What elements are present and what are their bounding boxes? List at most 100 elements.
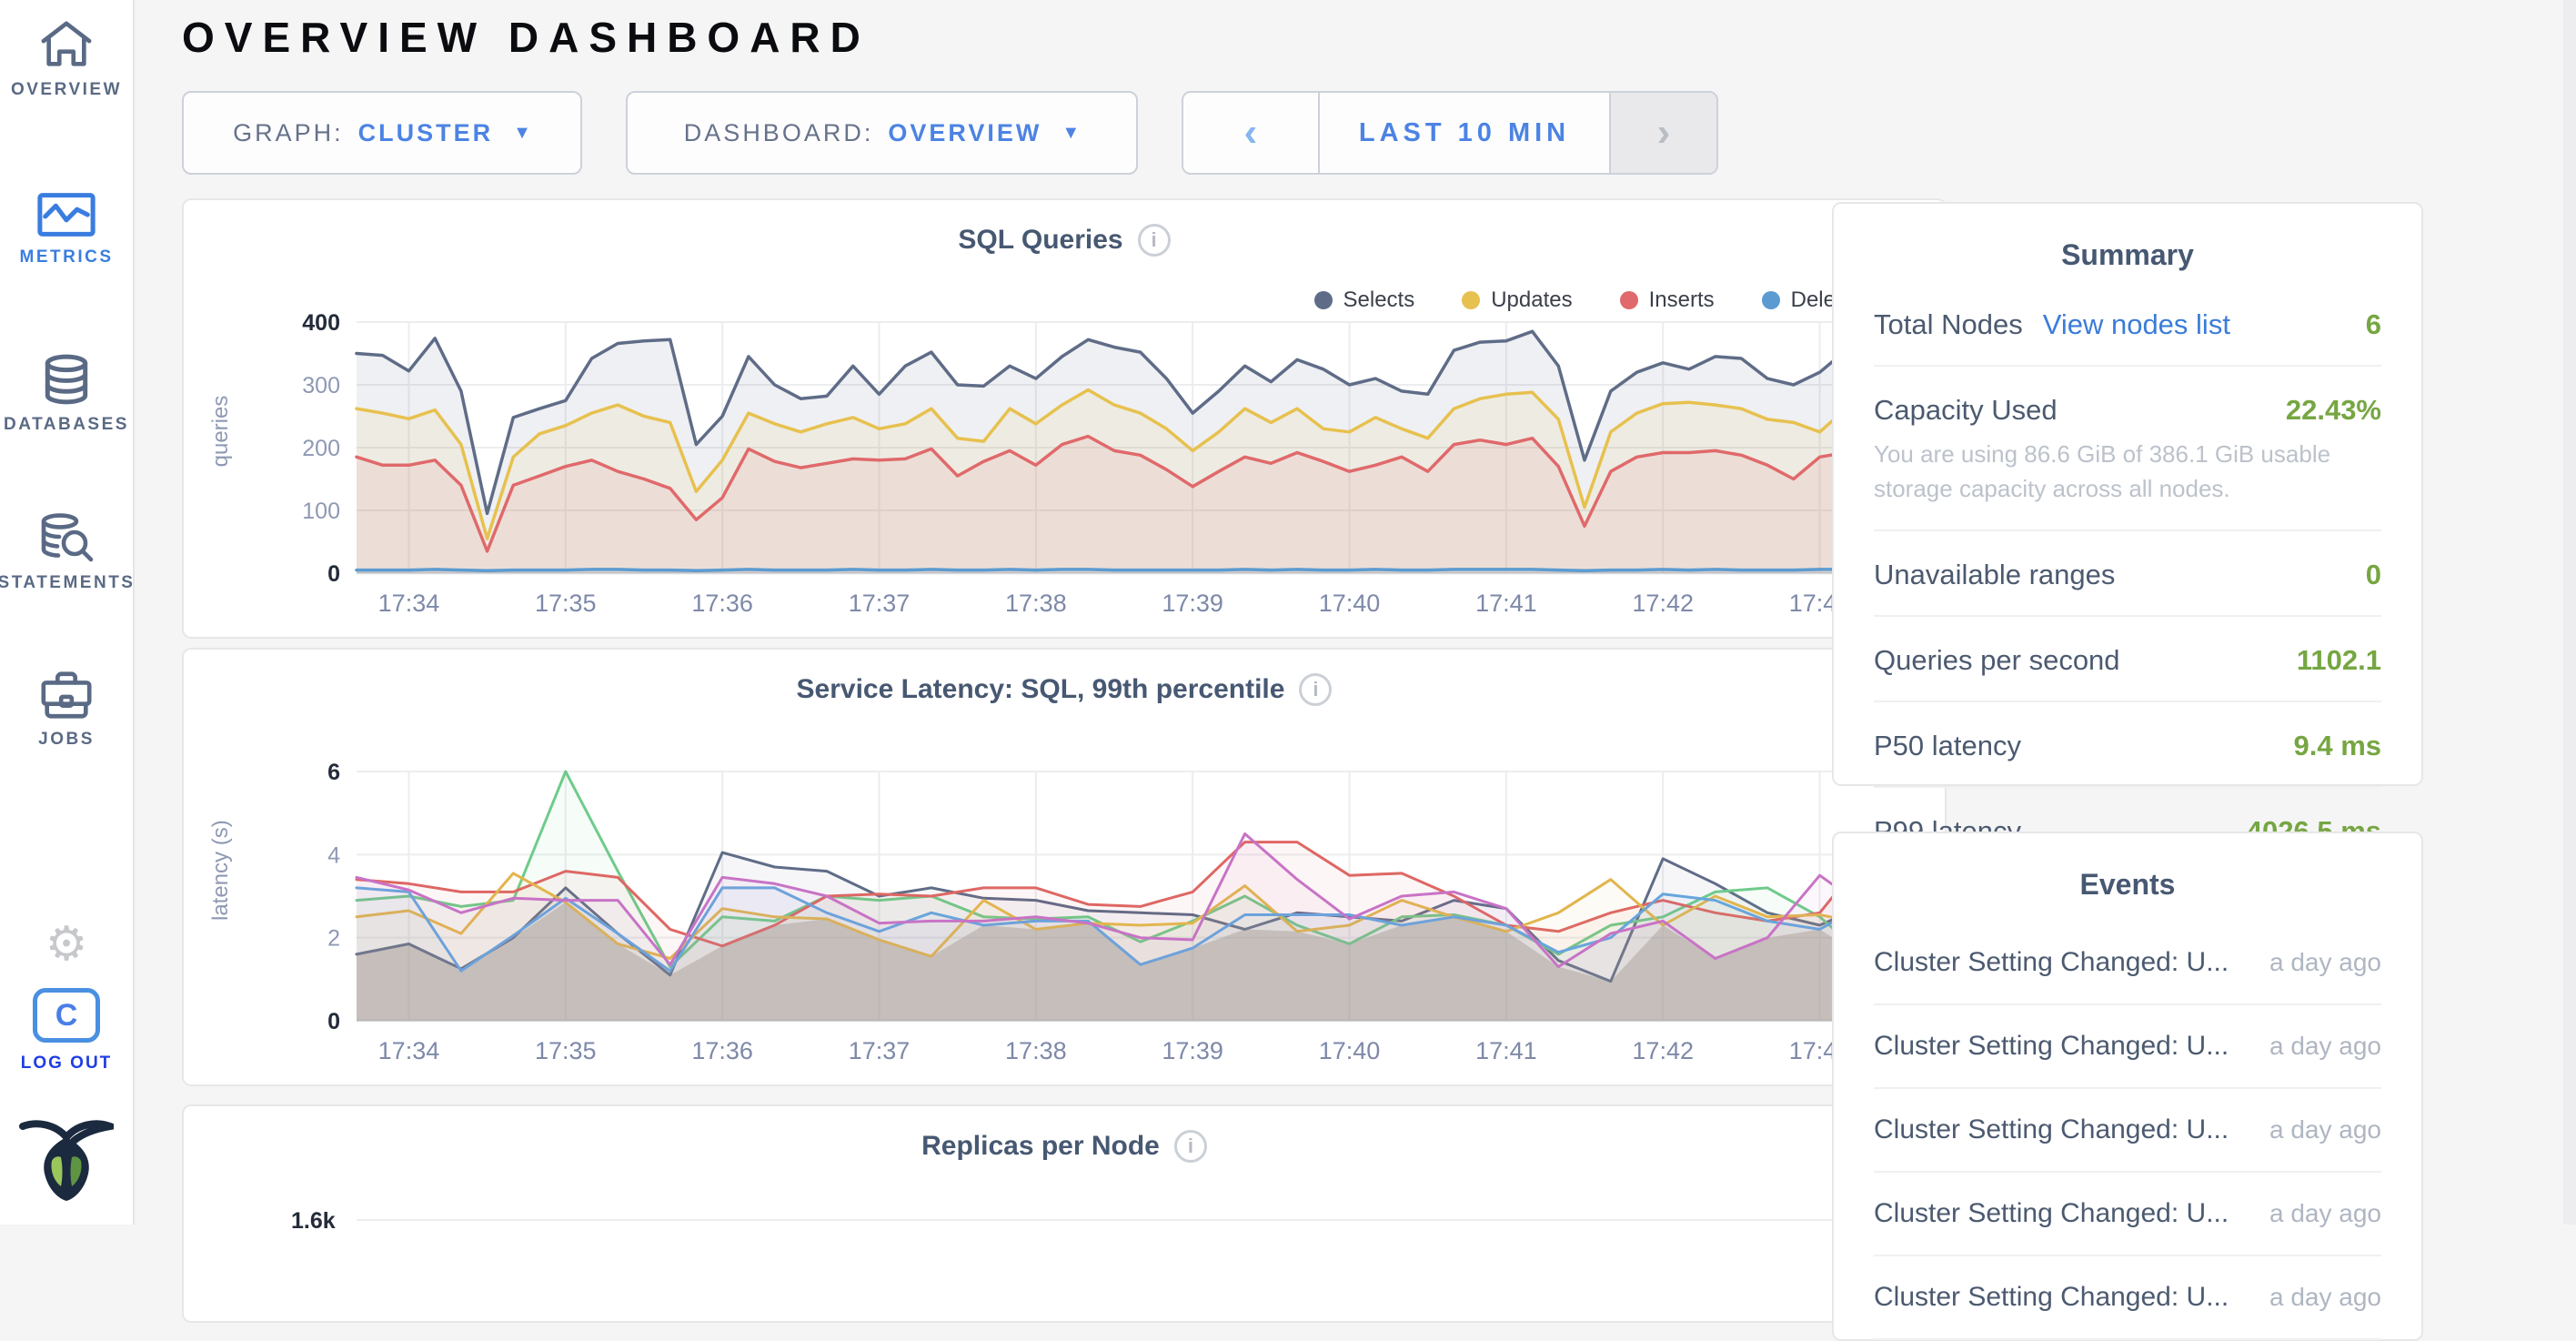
time-range-value[interactable]: LAST 10 MIN [1320, 93, 1609, 173]
sidebar-item-label: STATEMENTS [0, 573, 135, 593]
cockroach-c-icon: C [33, 988, 100, 1043]
event-title: Cluster Setting Changed: U... [1874, 1282, 2229, 1313]
sidebar-item-statements[interactable]: STATEMENTS [0, 511, 133, 593]
time-range-selector: ‹ LAST 10 MIN › [1182, 91, 1718, 175]
home-icon [38, 18, 95, 71]
graph-dropdown[interactable]: GRAPH: CLUSTER ▼ [182, 91, 582, 175]
dashboard-dropdown[interactable]: DASHBOARD: OVERVIEW ▼ [626, 91, 1138, 175]
cockroachdb-logo-icon [0, 1117, 133, 1205]
svg-text:17:41: 17:41 [1475, 1037, 1537, 1064]
svg-text:17:39: 17:39 [1162, 1037, 1223, 1064]
event-row: Cluster Setting Changed: U... a day ago [1874, 1256, 2381, 1340]
event-time: a day ago [2269, 1199, 2381, 1228]
view-nodes-list-link[interactable]: View nodes list [2043, 308, 2230, 341]
chevron-left-icon: ‹ [1244, 110, 1258, 156]
metrics-chart-icon [36, 191, 96, 238]
logout-button[interactable]: C LOG OUT [0, 988, 133, 1074]
svg-text:17:34: 17:34 [378, 1037, 440, 1064]
dashboard-dropdown-label: DASHBOARD: [684, 119, 874, 147]
svg-text:2: 2 [327, 926, 340, 952]
svg-text:200: 200 [302, 436, 340, 461]
svg-text:17:37: 17:37 [849, 1037, 911, 1064]
capacity-subtext: You are using 86.6 GiB of 386.1 GiB usab… [1874, 438, 2381, 506]
svg-text:0: 0 [327, 1009, 340, 1034]
graph-dropdown-label: GRAPH: [233, 119, 344, 147]
chart-title-row: SQL Queries i [184, 224, 1945, 257]
briefcase-icon [38, 670, 95, 721]
row-value: 6 [2366, 308, 2381, 341]
service-latency-card: Service Latency: SQL, 99th percentile i … [182, 648, 1947, 1086]
event-row: Cluster Setting Changed: U... a day ago [1874, 1089, 2381, 1173]
database-search-icon [38, 511, 95, 564]
events-title: Events [1834, 868, 2421, 902]
summary-row-qps: Queries per second 1102.1 [1874, 617, 2381, 702]
row-label: Unavailable ranges [1874, 559, 2115, 591]
sidebar-item-metrics[interactable]: METRICS [0, 191, 133, 267]
event-time: a day ago [2269, 1283, 2381, 1312]
sidebar-item-label: METRICS [20, 247, 114, 267]
sidebar-item-jobs[interactable]: JOBS [0, 670, 133, 750]
event-title: Cluster Setting Changed: U... [1874, 947, 2229, 978]
svg-text:300: 300 [302, 373, 340, 398]
row-label: Queries per second [1874, 644, 2120, 677]
sidebar-item-label: JOBS [38, 730, 95, 750]
time-range-prev-button[interactable]: ‹ [1183, 93, 1320, 173]
svg-text:17:36: 17:36 [691, 590, 753, 617]
page-title: OVERVIEW DASHBOARD [182, 13, 870, 62]
sidebar-item-databases[interactable]: DATABASES [0, 353, 133, 435]
sidebar-item-label: OVERVIEW [11, 80, 122, 100]
event-title: Cluster Setting Changed: U... [1874, 1031, 2229, 1062]
row-value: 22.43% [2286, 394, 2381, 427]
graph-dropdown-value: CLUSTER [358, 119, 494, 147]
svg-text:17:39: 17:39 [1162, 590, 1223, 617]
service-latency-chart: 024617:3417:3517:3617:3717:3817:3917:401… [202, 757, 1927, 1077]
svg-text:17:42: 17:42 [1632, 1037, 1694, 1064]
event-row: Cluster Setting Changed: U... a day ago [1874, 1173, 2381, 1256]
summary-panel: Summary Total Nodes View nodes list 6 Ca… [1832, 202, 2423, 786]
event-time: a day ago [2269, 948, 2381, 977]
summary-title: Summary [1834, 238, 2421, 272]
svg-text:17:38: 17:38 [1005, 1037, 1067, 1064]
info-icon[interactable]: i [1174, 1130, 1207, 1163]
summary-row-capacity: Capacity Used 22.43% You are using 86.6 … [1874, 367, 2381, 531]
sql-queries-chart: 010020030040017:3417:3517:3617:3717:3817… [202, 308, 1927, 630]
svg-text:400: 400 [302, 310, 340, 336]
sql-queries-card: SQL Queries i Selects Updates Inserts De… [182, 198, 1947, 639]
info-icon[interactable]: i [1299, 673, 1332, 706]
chart-title: SQL Queries [958, 225, 1122, 256]
svg-text:17:42: 17:42 [1632, 590, 1694, 617]
summary-row-unavailable-ranges: Unavailable ranges 0 [1874, 531, 2381, 617]
legend-dot-icon [1314, 291, 1333, 309]
row-value: 0 [2366, 559, 2381, 591]
svg-text:17:34: 17:34 [378, 590, 440, 617]
replicas-per-node-card: Replicas per Node i 1.6k [182, 1104, 1947, 1323]
svg-text:100: 100 [302, 499, 340, 524]
database-icon [40, 353, 93, 406]
gear-icon[interactable]: ⚙ [0, 917, 133, 972]
chart-title-row: Replicas per Node i [184, 1130, 1945, 1163]
gridline [357, 1219, 1872, 1221]
svg-text:17:40: 17:40 [1319, 1037, 1381, 1064]
y-axis-tick: 1.6k [291, 1208, 336, 1235]
event-title: Cluster Setting Changed: U... [1874, 1114, 2229, 1145]
legend-dot-icon [1762, 291, 1780, 309]
legend-dot-icon [1620, 291, 1638, 309]
chevron-down-icon: ▼ [513, 123, 531, 144]
row-label: Total Nodes [1874, 308, 2023, 341]
sidebar-item-overview[interactable]: OVERVIEW [0, 18, 133, 100]
toolbar: GRAPH: CLUSTER ▼ DASHBOARD: OVERVIEW ▼ ‹… [182, 91, 1718, 175]
chevron-right-icon: › [1657, 110, 1671, 156]
chart-title-row: Service Latency: SQL, 99th percentile i [184, 673, 1945, 706]
svg-text:6: 6 [327, 760, 340, 785]
scrollbar[interactable] [2563, 0, 2576, 1225]
row-value: 9.4 ms [2293, 730, 2381, 762]
time-range-next-button[interactable]: › [1609, 93, 1716, 173]
row-value: 1102.1 [2297, 644, 2381, 677]
chart-title: Service Latency: SQL, 99th percentile [797, 674, 1285, 705]
svg-text:17:35: 17:35 [535, 1037, 597, 1064]
chart-title: Replicas per Node [921, 1131, 1160, 1162]
info-icon[interactable]: i [1138, 224, 1171, 257]
svg-text:0: 0 [327, 561, 340, 587]
row-label: Capacity Used [1874, 394, 2058, 427]
logout-label: LOG OUT [21, 1054, 113, 1074]
